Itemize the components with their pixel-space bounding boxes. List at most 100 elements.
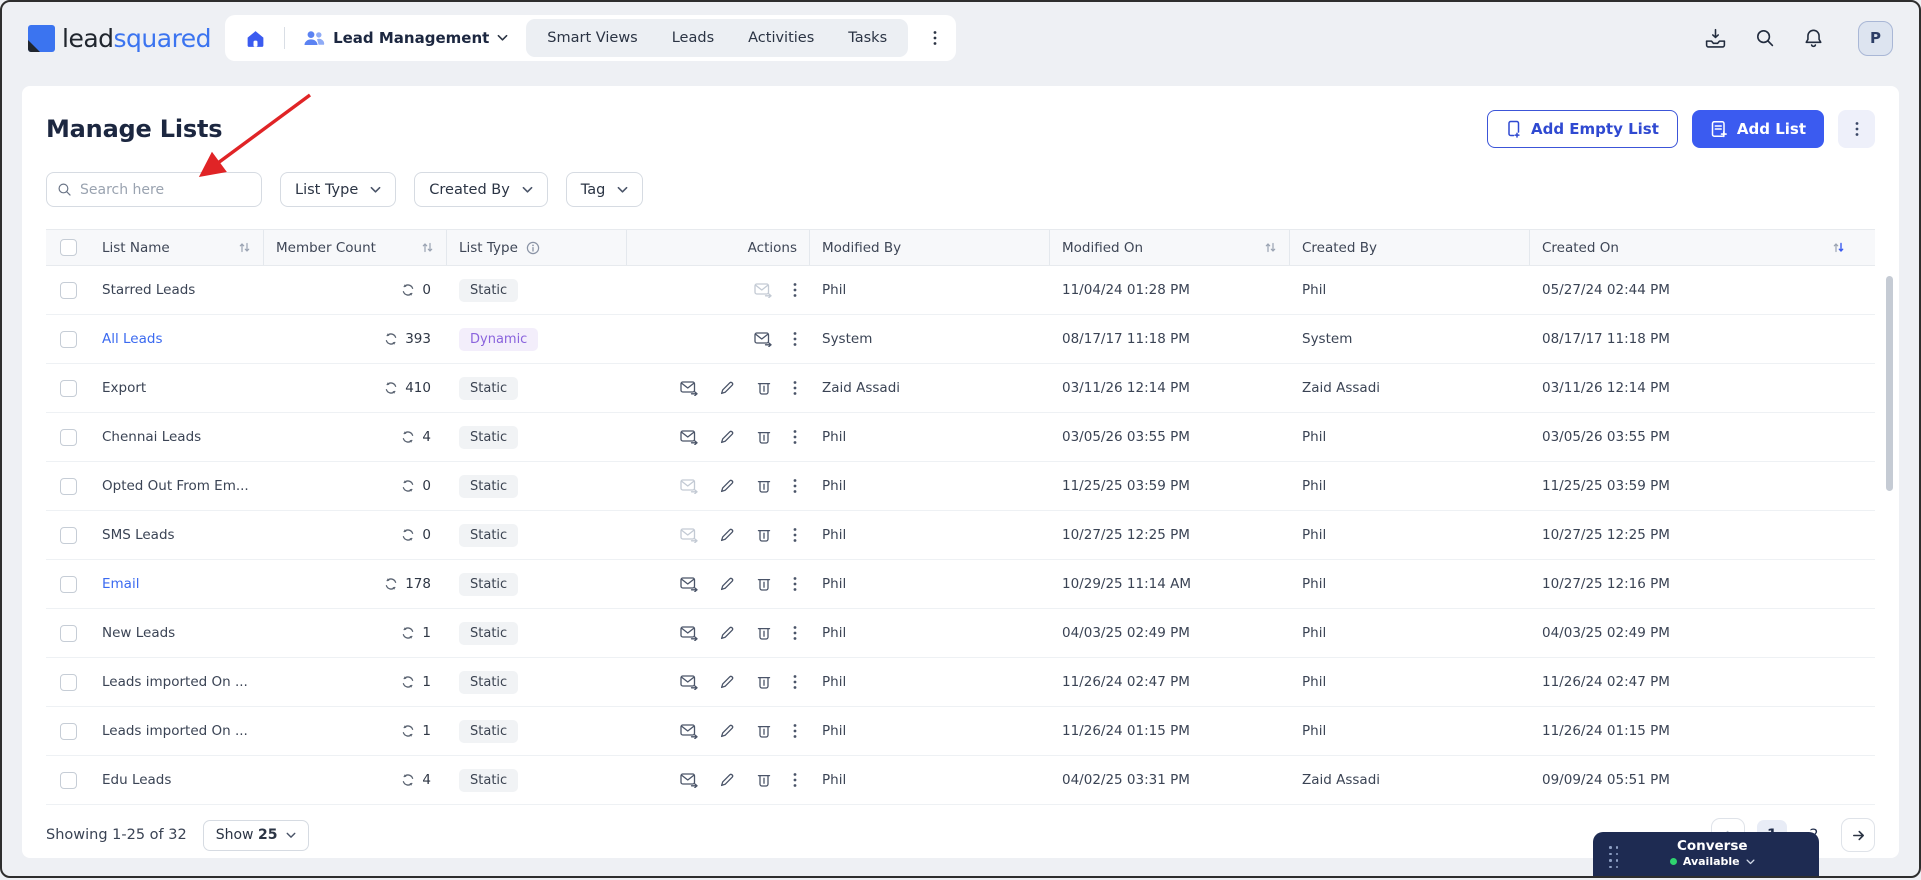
refresh-count-icon[interactable]: [401, 528, 415, 542]
list-name-link[interactable]: Export: [102, 380, 146, 396]
list-name-link[interactable]: Edu Leads: [102, 772, 171, 788]
delete-icon[interactable]: [756, 772, 772, 788]
next-page-button[interactable]: [1841, 818, 1875, 852]
list-name-link[interactable]: Starred Leads: [102, 282, 195, 298]
created-by-filter[interactable]: Created By: [414, 172, 548, 207]
row-checkbox[interactable]: [59, 575, 77, 593]
nav-item-activities[interactable]: Activities: [731, 30, 831, 46]
row-more-icon[interactable]: [793, 331, 797, 347]
row-more-icon[interactable]: [793, 723, 797, 739]
send-email-icon[interactable]: [754, 282, 772, 298]
list-type-filter[interactable]: List Type: [280, 172, 397, 207]
row-checkbox[interactable]: [59, 281, 77, 299]
add-list-button[interactable]: Add List: [1691, 110, 1824, 148]
column-header-created-by[interactable]: Created By: [1290, 230, 1530, 265]
refresh-count-icon[interactable]: [401, 430, 415, 444]
row-checkbox[interactable]: [59, 477, 77, 495]
row-checkbox[interactable]: [59, 624, 77, 642]
edit-icon[interactable]: [719, 674, 735, 690]
row-checkbox[interactable]: [59, 771, 77, 789]
leadsquared-logo[interactable]: leadsquared: [28, 24, 212, 53]
send-email-icon[interactable]: [680, 576, 698, 592]
sort-icon-active[interactable]: [1832, 241, 1845, 254]
nav-item-tasks[interactable]: Tasks: [831, 30, 904, 46]
add-empty-list-button[interactable]: Add Empty List: [1487, 110, 1678, 148]
page-size-select[interactable]: Show 25: [202, 819, 310, 851]
row-more-icon[interactable]: [793, 478, 797, 494]
availability-status[interactable]: Available: [1620, 855, 1806, 868]
refresh-count-icon[interactable]: [401, 479, 415, 493]
refresh-count-icon[interactable]: [401, 626, 415, 640]
column-header-list-name[interactable]: List Name: [90, 230, 264, 265]
column-header-modified-on[interactable]: Modified On: [1050, 230, 1290, 265]
delete-icon[interactable]: [756, 723, 772, 739]
sort-icon[interactable]: [238, 241, 251, 254]
nav-item-leads[interactable]: Leads: [655, 30, 731, 46]
send-email-icon[interactable]: [680, 772, 698, 788]
global-search-button[interactable]: [1755, 28, 1775, 48]
row-more-icon[interactable]: [793, 625, 797, 641]
list-name-link[interactable]: Leads imported On ...: [102, 674, 248, 690]
list-name-link[interactable]: Opted Out From Em...: [102, 478, 249, 494]
list-name-link[interactable]: New Leads: [102, 625, 175, 641]
row-more-icon[interactable]: [793, 576, 797, 592]
import-leads-button[interactable]: [1704, 28, 1727, 49]
search-input[interactable]: [80, 181, 251, 198]
send-email-icon[interactable]: [680, 625, 698, 641]
edit-icon[interactable]: [719, 429, 735, 445]
column-header-member-count[interactable]: Member Count: [264, 230, 447, 265]
row-checkbox[interactable]: [59, 428, 77, 446]
row-checkbox[interactable]: [59, 673, 77, 691]
send-email-icon[interactable]: [680, 380, 698, 396]
select-all-checkbox[interactable]: [59, 239, 77, 256]
user-avatar[interactable]: P: [1858, 20, 1893, 56]
column-header-created-on[interactable]: Created On: [1530, 240, 1875, 256]
row-more-icon[interactable]: [793, 674, 797, 690]
home-button[interactable]: [239, 29, 272, 48]
row-checkbox[interactable]: [59, 379, 77, 397]
row-checkbox[interactable]: [59, 722, 77, 740]
list-name-link[interactable]: Chennai Leads: [102, 429, 201, 445]
nav-more-button[interactable]: [920, 21, 950, 55]
refresh-count-icon[interactable]: [401, 283, 415, 297]
list-name-link[interactable]: Email: [102, 576, 139, 592]
refresh-count-icon[interactable]: [384, 577, 398, 591]
refresh-count-icon[interactable]: [401, 773, 415, 787]
edit-icon[interactable]: [719, 478, 735, 494]
refresh-count-icon[interactable]: [384, 381, 398, 395]
column-header-list-type[interactable]: List Type: [447, 230, 627, 265]
send-email-icon[interactable]: [680, 674, 698, 690]
row-more-icon[interactable]: [793, 429, 797, 445]
list-name-link[interactable]: Leads imported On ...: [102, 723, 248, 739]
edit-icon[interactable]: [719, 380, 735, 396]
workspace-switcher[interactable]: Lead Management: [297, 29, 514, 47]
send-email-icon[interactable]: [680, 429, 698, 445]
column-header-modified-by[interactable]: Modified By: [810, 230, 1050, 265]
row-checkbox[interactable]: [59, 526, 77, 544]
send-email-icon[interactable]: [680, 723, 698, 739]
drag-handle-icon[interactable]: [1609, 846, 1620, 870]
delete-icon[interactable]: [756, 429, 772, 445]
delete-icon[interactable]: [756, 576, 772, 592]
send-email-icon[interactable]: [680, 527, 698, 543]
edit-icon[interactable]: [719, 576, 735, 592]
refresh-count-icon[interactable]: [401, 724, 415, 738]
row-more-icon[interactable]: [793, 772, 797, 788]
sort-icon[interactable]: [421, 241, 434, 254]
more-options-button[interactable]: [1838, 110, 1875, 148]
delete-icon[interactable]: [756, 625, 772, 641]
delete-icon[interactable]: [756, 527, 772, 543]
converse-widget[interactable]: Converse Available: [1593, 832, 1819, 876]
edit-icon[interactable]: [719, 772, 735, 788]
send-email-icon[interactable]: [754, 331, 772, 347]
edit-icon[interactable]: [719, 625, 735, 641]
list-name-link[interactable]: All Leads: [102, 331, 163, 347]
sort-icon[interactable]: [1264, 241, 1277, 254]
delete-icon[interactable]: [756, 478, 772, 494]
notifications-button[interactable]: [1803, 28, 1824, 49]
nav-item-smart-views[interactable]: Smart Views: [530, 30, 654, 46]
table-scrollbar[interactable]: [1886, 276, 1893, 491]
row-more-icon[interactable]: [793, 282, 797, 298]
send-email-icon[interactable]: [680, 478, 698, 494]
tag-filter[interactable]: Tag: [565, 172, 644, 207]
